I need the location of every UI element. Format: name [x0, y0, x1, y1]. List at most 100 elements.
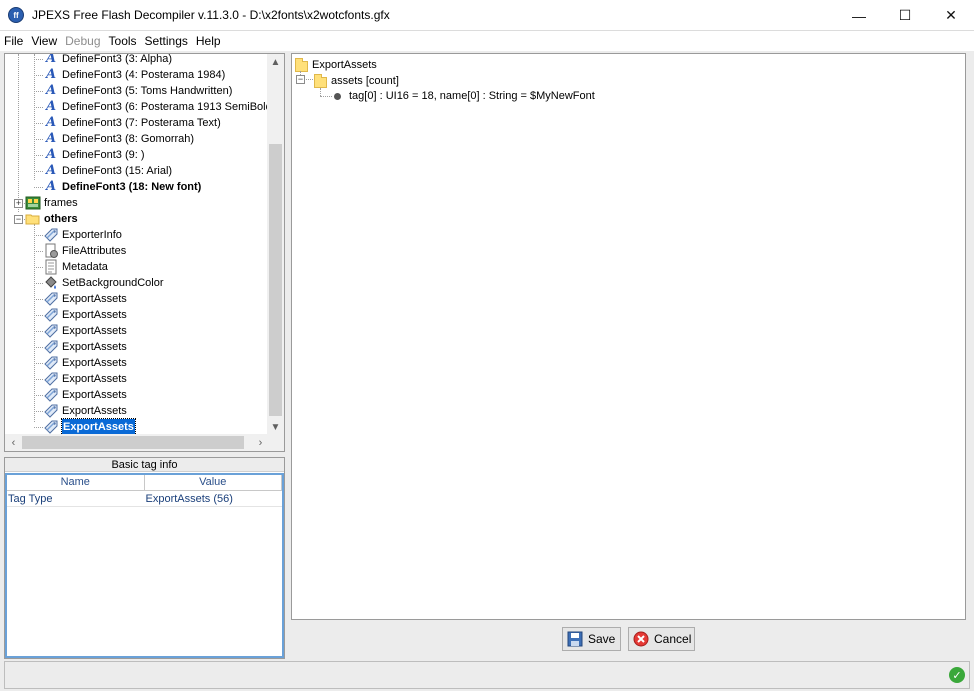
tree-guide-line	[34, 411, 43, 412]
font-icon: A	[45, 163, 57, 178]
tree-item-label: SetBackgroundColor	[62, 277, 164, 289]
tree-item[interactable]: ExportAssets	[43, 387, 127, 403]
tree-item[interactable]: ExportAssets	[43, 355, 127, 371]
cancel-icon	[633, 631, 649, 647]
tree-guide-line	[34, 283, 43, 284]
tree-item[interactable]: ExportAssets	[43, 291, 127, 307]
folder-icon	[295, 58, 308, 72]
tree-vertical-scrollbar[interactable]: ▲ ▼	[267, 54, 284, 436]
tree-item[interactable]: A DefineFont3 (8: Gomorrah)	[43, 131, 194, 147]
tree-guide-line	[18, 54, 19, 212]
tree-item[interactable]: frames	[25, 195, 78, 211]
tree-item[interactable]: ExportAssets	[43, 403, 127, 419]
tree-guide-line	[34, 251, 43, 252]
tree-item[interactable]: others	[25, 211, 78, 227]
menu-bar: File View Debug Tools Settings Help	[0, 31, 974, 51]
tree-item-label: ExportAssets	[62, 341, 127, 353]
cancel-button-label: Cancel	[654, 632, 692, 646]
column-header-value[interactable]: Value	[145, 475, 282, 490]
tree-guide-line	[34, 347, 43, 348]
tree-item[interactable]: ExportAssets	[43, 307, 127, 323]
tree-item[interactable]: A DefineFont3 (15: Arial)	[43, 163, 172, 179]
save-button[interactable]: Save	[562, 627, 621, 651]
tree-item[interactable]: ExporterInfo	[43, 227, 122, 243]
detail-leaf-label: tag[0] : UI16 = 18, name[0] : String = $…	[349, 90, 595, 102]
tag-tree: A DefineFont3 (3: Alpha) A DefineFont3 (4: …	[5, 54, 269, 436]
tree-guide-line	[34, 379, 43, 380]
tree-item-label: ExportAssets	[61, 418, 136, 436]
tree-item-label: ExportAssets	[62, 389, 127, 401]
scrollbar-thumb[interactable]	[22, 436, 244, 449]
detail-child-node[interactable]: assets [count]	[314, 74, 399, 88]
tree-guide-line	[320, 96, 332, 97]
tree-guide-line	[34, 54, 35, 180]
tree-item[interactable]: ExportAssets	[43, 323, 127, 339]
tree-guide-line	[34, 59, 43, 60]
tree-item[interactable]: A DefineFont3 (4: Posterama 1984)	[43, 67, 225, 83]
tree-item[interactable]: A DefineFont3 (5: Toms Handwritten)	[43, 83, 232, 99]
cancel-button[interactable]: Cancel	[628, 627, 695, 651]
scroll-left-icon[interactable]: ‹	[5, 434, 22, 451]
tree-horizontal-scrollbar[interactable]: ‹ ›	[5, 434, 269, 451]
tree-item[interactable]: SetBackgroundColor	[43, 275, 164, 291]
info-panel-title: Basic tag info	[5, 458, 284, 472]
tree-item[interactable]: Metadata	[43, 259, 108, 275]
tree-item-label: ExporterInfo	[62, 229, 122, 241]
maximize-button[interactable]: ☐	[882, 0, 928, 31]
menu-tools[interactable]: Tools	[105, 31, 141, 51]
tag-tree-panel: A DefineFont3 (3: Alpha) A DefineFont3 (4: …	[4, 53, 285, 452]
font-icon: A	[45, 131, 57, 146]
column-header-name[interactable]: Name	[7, 475, 145, 490]
detail-leaf-node[interactable]: tag[0] : UI16 = 18, name[0] : String = $…	[334, 89, 595, 103]
table-row[interactable]: Tag Type ExportAssets (56)	[7, 491, 282, 507]
tree-item[interactable]: A DefineFont3 (9: )	[43, 147, 145, 163]
tree-item[interactable]: ExportAssets	[43, 418, 136, 436]
title-bar: ff JPEXS Free Flash Decompiler v.11.3.0 …	[0, 0, 974, 31]
tree-guide-line	[306, 79, 313, 80]
tree-item-label: others	[44, 213, 78, 225]
tree-item-label: ExportAssets	[62, 373, 127, 385]
tag-icon	[43, 339, 59, 355]
tree-guide-line	[34, 171, 43, 172]
tree-item[interactable]: ExportAssets	[43, 339, 127, 355]
table-header: Name Value	[7, 475, 282, 491]
tag-icon	[43, 307, 59, 323]
tag-detail-panel: ExportAssets − assets [count] tag[0] : U…	[291, 53, 966, 620]
menu-debug[interactable]: Debug	[61, 31, 104, 51]
expand-icon[interactable]: +	[14, 199, 23, 208]
tree-item[interactable]: FileAttributes	[43, 243, 126, 259]
close-button[interactable]: ✕	[928, 0, 974, 31]
font-icon: A	[45, 147, 57, 162]
menu-view[interactable]: View	[27, 31, 61, 51]
scroll-up-icon[interactable]: ▲	[267, 54, 284, 71]
detail-root-node[interactable]: ExportAssets	[295, 58, 377, 72]
minimize-button[interactable]: —	[836, 0, 882, 31]
font-icon: A	[45, 54, 57, 66]
menu-file[interactable]: File	[0, 31, 27, 51]
tree-item-label: ExportAssets	[62, 357, 127, 369]
tree-guide-line	[34, 315, 43, 316]
tree-item[interactable]: A DefineFont3 (3: Alpha)	[43, 54, 172, 67]
collapse-icon[interactable]: −	[296, 75, 305, 84]
collapse-icon[interactable]: −	[14, 215, 23, 224]
tag-icon	[43, 371, 59, 387]
tree-item-label: ExportAssets	[62, 405, 127, 417]
tree-item[interactable]: A DefineFont3 (18: New font)	[43, 179, 201, 195]
tree-guide-line	[34, 299, 43, 300]
tag-icon	[43, 387, 59, 403]
save-icon	[567, 631, 583, 647]
tree-guide-line	[34, 91, 43, 92]
menu-settings[interactable]: Settings	[141, 31, 192, 51]
scrollbar-corner	[267, 434, 284, 451]
folder-icon	[314, 74, 327, 88]
table-cell: Tag Type	[8, 493, 53, 505]
tree-item[interactable]: A DefineFont3 (6: Posterama 1913 SemiBold…	[43, 99, 269, 115]
metadata-icon	[43, 259, 59, 275]
tree-item[interactable]: A DefineFont3 (7: Posterama Text)	[43, 115, 221, 131]
menu-help[interactable]: Help	[192, 31, 225, 51]
tree-item[interactable]: ExportAssets	[43, 371, 127, 387]
scrollbar-thumb[interactable]	[269, 144, 282, 416]
status-bar: ✓	[4, 661, 970, 689]
paint-bucket-icon	[43, 275, 59, 291]
tree-guide-line	[34, 267, 43, 268]
